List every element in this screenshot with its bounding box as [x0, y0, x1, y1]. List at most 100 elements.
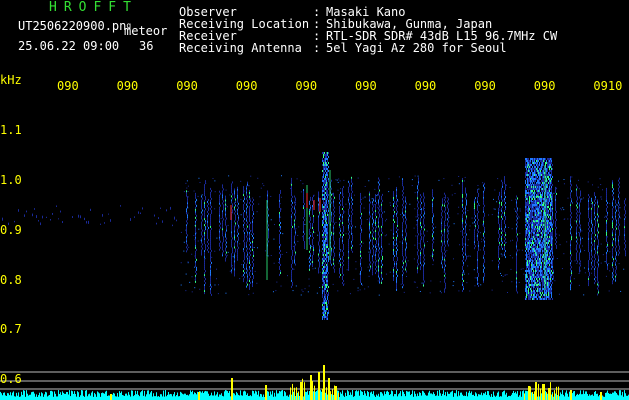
echo-pixel: [323, 280, 324, 282]
echo-pixel: [369, 223, 370, 226]
echo-pixel: [420, 224, 421, 227]
noise-dot: [363, 207, 365, 209]
echo-pixel: [247, 279, 248, 282]
echo-pixel: [504, 244, 505, 247]
echo-pixel: [525, 216, 526, 218]
noise-dot: [357, 290, 359, 292]
echo-pixel: [531, 200, 532, 202]
echo-pixel: [348, 196, 349, 199]
echo-pixel: [594, 192, 595, 195]
echo-pixel: [589, 218, 590, 221]
echo-pixel: [210, 233, 211, 236]
echo-pixel: [516, 241, 517, 244]
echo-pixel: [571, 200, 572, 203]
echo-pixel: [195, 246, 196, 249]
echo-pixel: [529, 242, 530, 244]
echo-pixel: [528, 256, 529, 258]
echo-pixel: [576, 220, 577, 223]
echo-pixel: [204, 280, 205, 283]
echo-pixel: [433, 259, 434, 262]
noise-dot: [397, 200, 399, 202]
echo-pixel: [331, 247, 332, 250]
echo-pixel: [598, 289, 599, 292]
echo-pixel: [322, 194, 323, 196]
echo-pixel: [537, 183, 538, 186]
echo-pixel: [204, 230, 205, 233]
echo-pixel: [243, 248, 244, 251]
echo-pixel: [516, 247, 517, 250]
echo-pixel: [466, 255, 467, 258]
echo-pixel: [532, 212, 533, 214]
echo-pixel: [619, 177, 620, 180]
echo-pixel: [369, 203, 370, 206]
echo-pixel: [516, 263, 517, 266]
echo-pixel: [420, 250, 421, 253]
echo-pixel: [484, 244, 485, 247]
echo-pixel: [532, 182, 533, 184]
echo-pixel: [612, 256, 613, 259]
echo-pixel: [201, 221, 202, 224]
echo-pixel: [597, 275, 598, 278]
echo-pixel: [310, 222, 311, 225]
noise-dot: [475, 277, 477, 279]
echo-pixel: [484, 274, 485, 277]
echo-pixel: [570, 228, 571, 231]
echo-pixel: [318, 205, 319, 208]
noise-dot: [355, 268, 357, 270]
echo-pixel: [483, 208, 484, 211]
echo-streak: [219, 190, 221, 251]
echo-pixel: [343, 273, 344, 276]
echo-pixel: [607, 263, 608, 266]
echo-pixel: [378, 233, 379, 236]
noise-dot: [466, 282, 468, 284]
echo-pixel: [361, 222, 362, 225]
echo-pixel: [618, 205, 619, 208]
echo-pixel: [247, 237, 248, 240]
echo-pixel: [360, 206, 361, 209]
echo-pixel: [328, 178, 329, 180]
echo-pixel: [462, 191, 463, 194]
echo-pixel: [309, 230, 310, 233]
echo-pixel: [405, 216, 406, 219]
echo-pixel: [291, 209, 292, 212]
echo-pixel: [246, 223, 247, 226]
echo-pixel: [484, 242, 485, 245]
echo-pixel: [595, 258, 596, 261]
echo-pixel: [556, 236, 557, 239]
echo-pixel: [376, 226, 377, 229]
echo-pixel: [594, 206, 595, 209]
echo-pixel: [252, 223, 253, 226]
echo-pixel: [348, 200, 349, 203]
noise-dot: [240, 180, 242, 182]
echo-pixel: [369, 195, 370, 198]
echo-pixel: [237, 210, 238, 213]
echo-pixel: [528, 206, 529, 208]
noise-dot: [578, 231, 580, 233]
echo-pixel: [309, 260, 310, 263]
echo-pixel: [526, 260, 527, 262]
echo-pixel: [483, 206, 484, 209]
echo-pixel: [579, 214, 580, 217]
echo-pixel: [397, 220, 398, 223]
echo-pixel: [326, 304, 327, 306]
noise-dot: [503, 216, 505, 218]
echo-pixel: [528, 258, 529, 260]
echo-pixel: [326, 254, 327, 256]
echo-pixel: [324, 166, 325, 168]
echo-pixel: [594, 210, 595, 213]
echo-pixel: [529, 184, 530, 186]
echo-streak: [498, 191, 500, 270]
echo-pixel: [247, 195, 248, 198]
echo-pixel: [531, 186, 532, 188]
echo-pixel: [375, 218, 376, 221]
echo-pixel: [505, 238, 506, 241]
echo-pixel: [349, 234, 350, 237]
echo-pixel: [225, 215, 226, 218]
echo-pixel: [325, 272, 326, 274]
noise-dot: [511, 199, 513, 201]
echo-pixel: [616, 209, 617, 212]
echo-pixel: [303, 201, 304, 204]
echo-pixel: [361, 240, 362, 243]
echo-pixel: [615, 277, 616, 280]
echo-pixel: [249, 251, 250, 254]
